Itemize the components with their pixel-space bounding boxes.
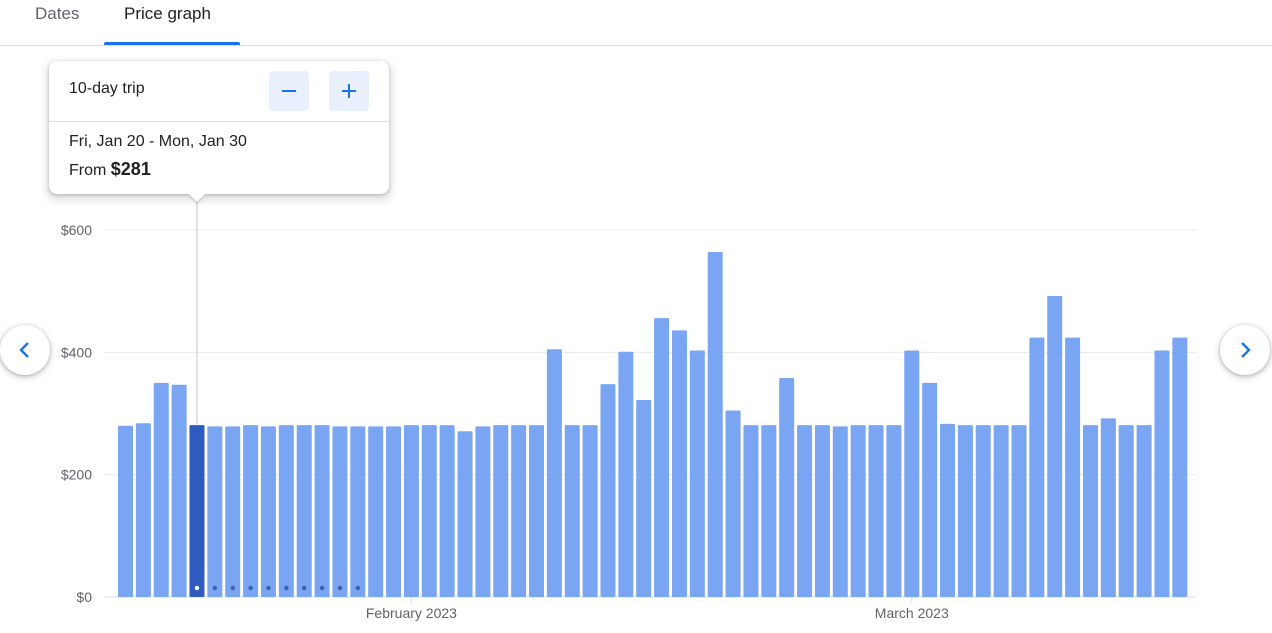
price-bar[interactable]: [922, 382, 938, 597]
price-bar[interactable]: [636, 400, 652, 597]
price-bar[interactable]: [832, 426, 848, 597]
price-bar[interactable]: [761, 425, 777, 597]
price-bar[interactable]: [493, 425, 509, 597]
price-bar[interactable]: [1029, 337, 1045, 597]
trip-day-dot: [284, 585, 289, 591]
price-bar[interactable]: [1065, 337, 1081, 597]
trip-day-dot: [355, 585, 361, 591]
price-bar[interactable]: [814, 425, 830, 597]
price-bar[interactable]: [243, 425, 259, 597]
price-bar[interactable]: [314, 425, 330, 597]
price-bar[interactable]: [600, 384, 616, 597]
price-bar[interactable]: [296, 425, 312, 597]
price-bar[interactable]: [707, 252, 723, 597]
trip-date-range: Fri, Jan 20 - Mon, Jan 30: [69, 133, 247, 150]
trip-day-dot: [319, 585, 325, 591]
month-label: February 2023: [366, 605, 457, 621]
price-bar[interactable]: [546, 349, 562, 597]
price-bar[interactable]: [940, 423, 956, 597]
price-bar[interactable]: [225, 426, 241, 597]
price-bar[interactable]: [957, 425, 973, 597]
price-bar[interactable]: [1118, 425, 1134, 597]
price-bar[interactable]: [207, 426, 223, 597]
price-bar[interactable]: [689, 350, 705, 597]
price-bar[interactable]: [779, 378, 795, 597]
trip-day-dot: [230, 585, 235, 591]
price-bar[interactable]: [403, 425, 419, 597]
trip-day-dot: [194, 585, 200, 591]
price-bar[interactable]: [975, 425, 991, 597]
trip-price-line: From $281: [69, 159, 151, 180]
price-bar[interactable]: [1082, 425, 1098, 597]
y-tick-label: $200: [61, 467, 92, 483]
price-bar[interactable]: [1100, 418, 1116, 597]
price-bar[interactable]: [850, 425, 866, 597]
trip-day-dot: [212, 585, 218, 591]
price-bar[interactable]: [868, 425, 884, 597]
price-bar[interactable]: [618, 351, 634, 597]
price-bar[interactable]: [886, 425, 902, 597]
y-tick-label: $0: [76, 589, 92, 605]
popup-header: 10-day trip: [49, 61, 389, 122]
minus-icon: [282, 90, 296, 92]
previous-button[interactable]: [0, 325, 50, 375]
price-bar[interactable]: [654, 318, 670, 597]
price-bar[interactable]: [135, 423, 151, 597]
y-axis-ticks: $0 $200 $400 $600: [61, 222, 92, 605]
price-bar[interactable]: [743, 425, 759, 597]
price-bar[interactable]: [332, 426, 348, 597]
popup-pointer: [189, 194, 205, 202]
price-bar[interactable]: [1136, 425, 1152, 597]
decrease-trip-length-button[interactable]: [269, 71, 309, 111]
price-bar[interactable]: [439, 425, 455, 597]
price-bar[interactable]: [1047, 296, 1063, 597]
price-bar[interactable]: [350, 426, 366, 597]
from-prefix: From: [69, 162, 107, 179]
price-bar[interactable]: [993, 425, 1009, 597]
next-button[interactable]: [1220, 325, 1270, 375]
price-bar[interactable]: [671, 330, 687, 597]
trip-day-dot: [248, 585, 253, 591]
price-bar[interactable]: [725, 410, 741, 597]
chevron-right-icon: [1241, 342, 1251, 358]
price-bar[interactable]: [386, 426, 402, 597]
price-bar[interactable]: [1011, 425, 1027, 597]
price-bar[interactable]: [118, 425, 133, 597]
price-bar[interactable]: [457, 431, 473, 597]
trip-day-dot: [337, 585, 343, 591]
price-bar[interactable]: [278, 425, 294, 597]
x-axis-month-labels: February 2023 March 2023: [366, 597, 949, 621]
trip-price: $281: [110, 159, 151, 179]
month-label: March 2023: [875, 605, 949, 621]
price-bar[interactable]: [582, 425, 598, 597]
price-bar[interactable]: [1172, 337, 1188, 597]
price-bar[interactable]: [171, 384, 187, 597]
trip-length-label: 10-day trip: [69, 80, 145, 97]
trip-day-dot: [266, 585, 271, 591]
increase-trip-length-button[interactable]: [329, 71, 369, 111]
price-bar[interactable]: [153, 382, 169, 597]
price-bar[interactable]: [368, 426, 384, 597]
price-bar[interactable]: [1154, 350, 1170, 597]
price-bar[interactable]: [475, 426, 491, 597]
price-bar[interactable]: [511, 425, 527, 597]
chevron-left-icon: [19, 342, 29, 358]
y-tick-label: $600: [61, 222, 92, 238]
price-bar[interactable]: [904, 350, 920, 597]
price-bar[interactable]: [421, 425, 437, 597]
bar-series: [118, 252, 1188, 597]
price-bar[interactable]: [529, 425, 545, 597]
y-tick-label: $400: [61, 344, 92, 360]
price-bar[interactable]: [564, 425, 580, 597]
price-bar[interactable]: [260, 426, 276, 597]
price-bar[interactable]: [797, 425, 813, 597]
trip-details-popup: 10-day trip Fri, Jan 20 - Mon, Jan 30 Fr…: [49, 61, 389, 202]
trip-day-dot: [302, 585, 307, 591]
price-bar-selected[interactable]: [189, 425, 205, 597]
